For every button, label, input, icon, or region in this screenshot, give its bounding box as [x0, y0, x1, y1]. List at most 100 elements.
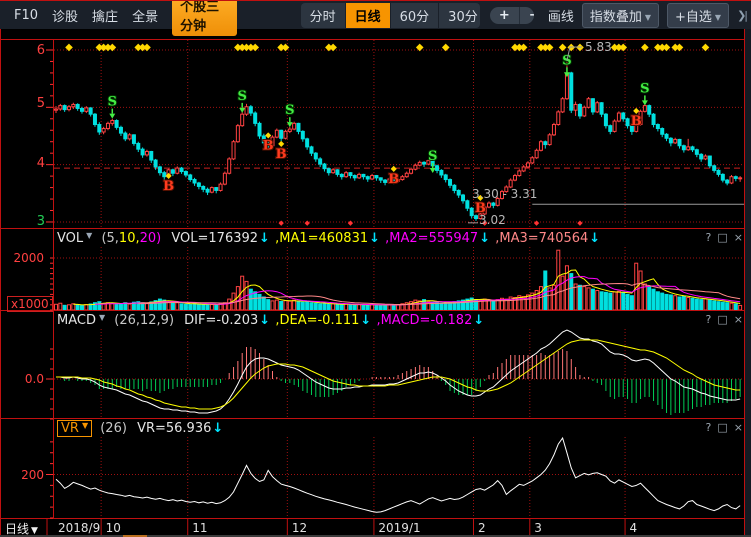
svg-text:◆: ◆ — [278, 219, 284, 227]
zoom-in-button[interactable]: + — [490, 7, 520, 24]
gap-range-annotation: 3.30 - 3.31 — [472, 187, 537, 201]
svg-text:S: S — [285, 103, 294, 118]
svg-text:◆: ◆ — [702, 42, 710, 53]
price-label-3: 3 — [13, 214, 45, 229]
svg-text:◆: ◆ — [304, 219, 310, 227]
svg-text:◆: ◆ — [442, 42, 450, 53]
period-60min[interactable]: 60分 — [391, 3, 440, 28]
stock-app-window: F10 诊股 擒庄 全景 个股三分钟 分时 日线 60分 30分 周线▼ + −… — [0, 0, 751, 537]
svg-text:2019/1: 2019/1 — [378, 521, 420, 535]
svg-text:B: B — [631, 114, 642, 129]
svg-text:◆: ◆ — [676, 42, 684, 53]
svg-text:◆: ◆ — [391, 164, 398, 173]
svg-text:◆: ◆ — [143, 42, 151, 53]
price-label-5: 5 — [13, 96, 45, 111]
close-icon[interactable]: × — [734, 313, 743, 326]
down-arrow-icon: ↓ — [259, 313, 270, 328]
vol-value: VOL=176392 — [171, 231, 258, 246]
svg-text:◆: ◆ — [278, 139, 285, 148]
add-watchlist-dropdown[interactable]: +自选▼ — [667, 3, 729, 28]
help-icon[interactable]: ? — [706, 313, 712, 326]
svg-text:B: B — [388, 172, 399, 187]
svg-text:◆: ◆ — [619, 42, 627, 53]
svg-text:11: 11 — [192, 521, 207, 535]
down-arrow-icon: ↓ — [473, 313, 484, 328]
period-switcher: 分时 日线 60分 30分 周线▼ — [301, 3, 480, 28]
vr-params: (26) — [100, 421, 127, 436]
svg-text:◆: ◆ — [108, 42, 116, 53]
macd-value: ,MACD=-0.182 — [376, 313, 472, 328]
period-intraday[interactable]: 分时 — [301, 3, 346, 28]
help-icon[interactable]: ? — [706, 231, 712, 244]
help-icon[interactable]: ? — [706, 421, 712, 434]
menu-diagnose[interactable]: 诊股 — [52, 6, 78, 25]
vol-pane-controls: ? □ × — [700, 231, 743, 244]
maximize-icon[interactable]: □ — [717, 421, 727, 434]
svg-text:◆: ◆ — [251, 42, 259, 53]
svg-text:◆: ◆ — [65, 42, 73, 53]
svg-text:S: S — [640, 81, 649, 96]
vol-ma2-value: ,MA2=555947 — [385, 231, 478, 246]
svg-text:10: 10 — [106, 521, 121, 535]
close-icon[interactable]: × — [734, 231, 743, 244]
svg-text:S: S — [428, 149, 437, 164]
close-icon[interactable]: × — [734, 421, 743, 434]
chevron-down-icon: ▼ — [645, 13, 651, 22]
svg-text:◆: ◆ — [546, 42, 554, 53]
zoom-controls: + − — [490, 7, 534, 24]
down-arrow-icon: ↓ — [479, 231, 490, 246]
vr-scale-label: 200 — [12, 468, 44, 482]
vol-params: (5,10,20) — [101, 231, 161, 246]
macd-pane-header: MACD▼ (26,12,9) DIF=-0.203↓ ,DEA=-0.111↓… — [57, 313, 485, 330]
down-arrow-icon: ↓ — [589, 231, 600, 246]
svg-text:◆: ◆ — [641, 42, 649, 53]
macd-dea-value: ,DEA=-0.111 — [275, 313, 359, 328]
period-daily[interactable]: 日线 — [346, 3, 391, 28]
svg-text:◆: ◆ — [663, 42, 671, 53]
svg-text:S: S — [562, 53, 571, 68]
svg-text:◆: ◆ — [329, 42, 337, 53]
vr-pane-header: VR▼ (26) VR=56.936↓ — [57, 421, 224, 438]
index-overlay-dropdown[interactable]: 指数叠加▼ — [582, 3, 659, 28]
svg-text:◆: ◆ — [166, 171, 173, 180]
svg-text:12: 12 — [292, 521, 307, 535]
top-toolbar: F10 诊股 擒庄 全景 个股三分钟 分时 日线 60分 30分 周线▼ + −… — [0, 1, 751, 29]
maximize-icon[interactable]: □ — [717, 231, 727, 244]
right-edge-strip — [745, 29, 751, 537]
down-arrow-icon: ↓ — [360, 313, 371, 328]
vr-indicator-dropdown[interactable]: VR▼ — [57, 420, 92, 437]
svg-text:2018/9: 2018/9 — [58, 521, 100, 535]
menu-banker[interactable]: 擒庄 — [92, 6, 118, 25]
down-arrow-icon: ↓ — [369, 231, 380, 246]
vol-indicator-dropdown[interactable]: VOL▼ — [57, 231, 92, 246]
stock-3min-button[interactable]: 个股三分钟 — [172, 0, 237, 36]
svg-text:◆: ◆ — [282, 42, 290, 53]
vol-pane-header: VOL▼ (5,10,20) VOL=176392↓ ,MA1=460831↓ … — [57, 231, 601, 248]
zoom-out-button[interactable]: − — [520, 7, 534, 24]
svg-text:◆: ◆ — [633, 106, 640, 115]
chart-canvas[interactable]: ◆◆◆◆◆◆◆◆◆◆◆◆◆◆◆◆◆◆◆◆◆◆◆◆◆◆◆◆◆◆◆◆◆◆◆◆◆◆◆◆… — [0, 1, 751, 537]
chevron-down-icon: ▼ — [86, 231, 92, 240]
svg-text:4: 4 — [630, 521, 638, 535]
menu-panorama[interactable]: 全景 — [132, 6, 158, 25]
svg-text:◆: ◆ — [520, 42, 528, 53]
maximize-icon[interactable]: □ — [717, 313, 727, 326]
svg-text:◆: ◆ — [577, 219, 583, 227]
menu-f10[interactable]: F10 — [14, 8, 38, 23]
period-30min[interactable]: 30分 — [439, 3, 480, 28]
svg-text:◆: ◆ — [416, 42, 424, 53]
svg-text:2: 2 — [478, 521, 486, 535]
price-label-4: 4 — [13, 156, 45, 171]
draw-line-button[interactable]: 画线 — [548, 6, 574, 25]
macd-indicator-dropdown[interactable]: MACD▼ — [57, 313, 105, 328]
price-label-6: 6 — [13, 43, 45, 58]
svg-text:◆: ◆ — [534, 219, 540, 227]
vol-ma1-value: ,MA1=460831 — [275, 231, 368, 246]
macd-dif-value: DIF=-0.203 — [184, 313, 258, 328]
vol-ma3-value: ,MA3=740564 — [495, 231, 588, 246]
svg-text:B: B — [276, 147, 287, 162]
peak-price-annotation: 5.83 — [585, 40, 612, 54]
collapse-panel-icon[interactable]: ❯| — [737, 9, 746, 22]
vr-pane-controls: ? □ × — [700, 421, 743, 434]
macd-zero-label: 0.0 — [12, 372, 44, 386]
